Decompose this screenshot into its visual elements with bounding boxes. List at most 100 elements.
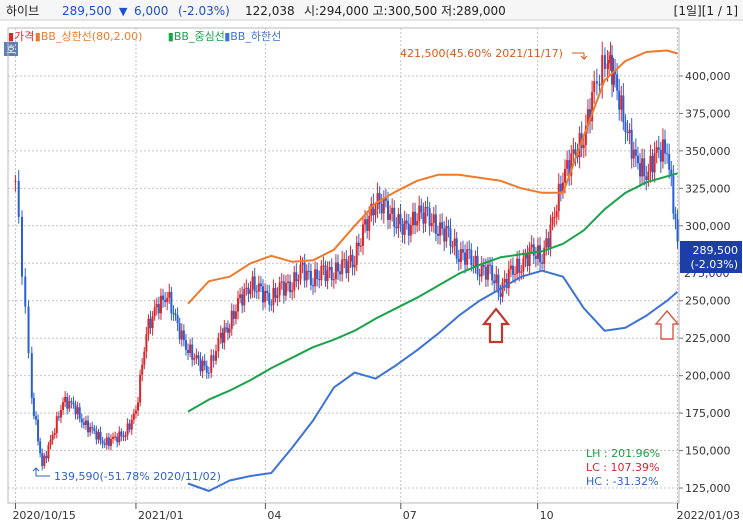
candle-body: [501, 282, 504, 297]
candle-body: [112, 436, 115, 439]
candle-body: [657, 147, 660, 150]
candle-body: [399, 214, 402, 224]
candle-body: [428, 208, 431, 227]
candle-body: [128, 423, 131, 430]
candle-body: [219, 332, 222, 339]
candle-body: [278, 282, 281, 296]
candle-body: [187, 349, 190, 354]
bb-upper-line: [187, 49, 678, 305]
candle-body: [282, 281, 285, 296]
candle-body: [268, 293, 271, 305]
candle-body: [59, 410, 62, 418]
candle-body: [68, 401, 71, 409]
candle-body: [27, 306, 30, 354]
candle-body: [95, 431, 98, 440]
candle-body: [426, 206, 429, 209]
candle-body: [266, 290, 269, 294]
candle-body: [449, 228, 452, 247]
candle-body: [103, 443, 106, 445]
candle-body: [318, 278, 321, 281]
candle-body: [436, 233, 439, 236]
candle-body: [172, 313, 175, 315]
candle-body: [225, 327, 228, 329]
candle-body: [234, 311, 237, 319]
y-tick-label: 300,000: [685, 220, 731, 233]
candle-body: [155, 304, 158, 308]
candle-body: [293, 272, 296, 291]
candle-body: [666, 153, 669, 155]
y-tick-label: 325,000: [685, 182, 731, 195]
candle-body: [247, 287, 250, 294]
candle-body: [301, 262, 304, 265]
candle-body: [461, 249, 464, 253]
candle-body: [245, 287, 248, 289]
x-tick-label: 2021/01: [138, 509, 184, 522]
candle-body: [618, 90, 621, 110]
price-candles: [14, 41, 679, 471]
candle-body: [328, 267, 331, 271]
candle-body: [118, 431, 121, 443]
candle-body: [70, 401, 73, 403]
candle-body: [134, 410, 137, 414]
y-tick-label: 125,000: [685, 482, 731, 495]
candle-body: [472, 265, 475, 267]
candle-body: [312, 285, 314, 287]
candle-body: [159, 295, 162, 314]
candle-body: [541, 262, 544, 264]
candle-body: [478, 274, 481, 277]
candle-body: [441, 222, 444, 229]
candle-body: [647, 171, 650, 180]
candle-body: [162, 295, 165, 300]
candle-body: [74, 404, 77, 415]
candle-body: [364, 219, 367, 225]
high-marker-tip: [580, 53, 588, 61]
candle-body: [374, 209, 377, 216]
candle-body: [76, 407, 79, 415]
candle-body: [332, 279, 335, 281]
candle-body: [643, 158, 646, 177]
candle-body: [226, 327, 229, 333]
x-tick-label: 04: [267, 509, 281, 522]
candle-body: [634, 149, 637, 156]
candle-body: [532, 244, 535, 256]
candle-body: [628, 129, 631, 134]
band-touch-arrow-icon: [654, 309, 680, 340]
candle-body: [251, 276, 254, 290]
candle-body: [414, 211, 417, 226]
candle-body: [255, 291, 258, 293]
candle-body: [141, 364, 144, 375]
candle-body: [39, 441, 42, 454]
candle-body: [401, 223, 404, 235]
candle-body: [297, 279, 300, 282]
candle-body: [157, 304, 160, 314]
change-percent: (-2.03%): [178, 4, 230, 18]
candle-body: [359, 245, 362, 247]
candle-body: [72, 402, 75, 405]
candle-body: [170, 291, 173, 314]
candle-body: [151, 316, 154, 329]
candle-body: [495, 274, 498, 284]
candle-body: [199, 359, 202, 372]
candle-body: [470, 249, 473, 266]
chart-stage: 하이브 289,500 ▼ 6,000 (-2.03%) 122,038 시:2…: [0, 0, 743, 522]
grid: [7, 27, 680, 504]
candle-body: [139, 374, 142, 403]
candle-body: [641, 158, 644, 177]
candle-body: [347, 261, 350, 273]
candle-body: [97, 431, 100, 440]
candle-body: [53, 433, 56, 435]
period-page-selector[interactable]: [1일][1 / 1]: [674, 4, 738, 18]
candle-body: [249, 289, 252, 294]
candle-body: [566, 160, 569, 169]
candle-body: [276, 295, 279, 298]
candle-body: [143, 351, 146, 365]
candle-body: [405, 220, 408, 224]
candle-body: [78, 407, 81, 419]
candle-body: [545, 238, 548, 248]
candle-body: [47, 445, 50, 459]
candle-body: [466, 249, 469, 265]
quote-header: 하이브 289,500 ▼ 6,000 (-2.03%) 122,038 시:2…: [0, 0, 743, 21]
candle-body: [243, 288, 246, 306]
candle-body: [217, 338, 220, 352]
candle-body: [314, 269, 317, 287]
